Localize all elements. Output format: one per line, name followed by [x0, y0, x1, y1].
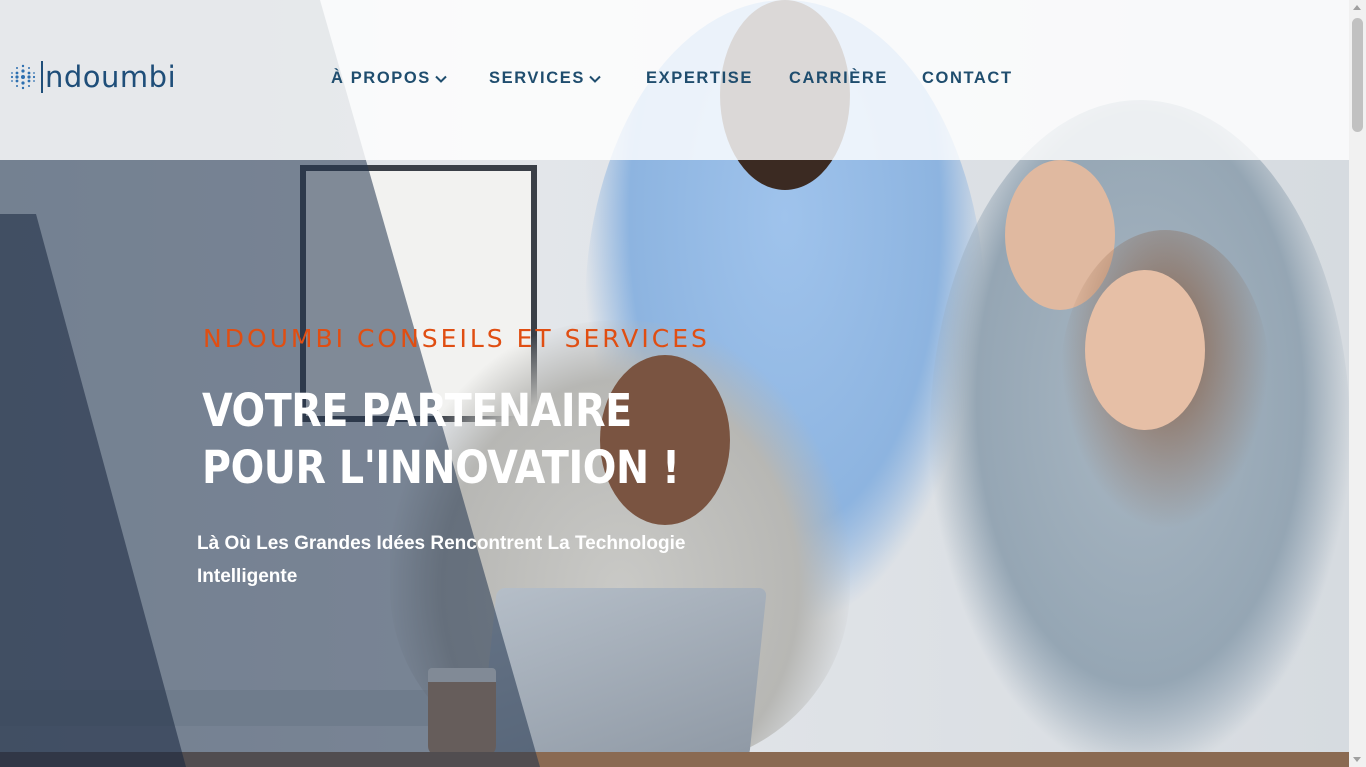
scroll-down-arrow-icon[interactable]: [1353, 757, 1361, 762]
hero-headline-line-2: POUR L'INNOVATION !: [202, 441, 680, 494]
hero-subline-line-2: Intelligente: [197, 566, 298, 587]
chevron-down-icon: [589, 75, 601, 83]
vertical-scrollbar[interactable]: [1349, 0, 1366, 767]
hero-headline: VOTRE PARTENAIRE POUR L'INNOVATION !: [202, 382, 730, 496]
nav-item-label: CARRIÈRE: [789, 69, 888, 87]
nav-item-label: EXPERTISE: [646, 69, 754, 87]
hero-headline-line-1: VOTRE PARTENAIRE: [202, 384, 632, 437]
nav-item-label: CONTACT: [922, 69, 1013, 87]
scrollbar-thumb[interactable]: [1352, 18, 1363, 132]
scroll-up-arrow-icon[interactable]: [1353, 5, 1361, 10]
dotted-sphere-icon: [10, 64, 36, 90]
site-header: ndoumbi À PROPOS SERVICES EXPERTISE CARR…: [0, 0, 1349, 160]
nav-item-label: SERVICES: [489, 69, 585, 87]
nav-item-a-propos[interactable]: À PROPOS: [331, 69, 448, 88]
logo-divider: [41, 61, 43, 93]
chevron-down-icon: [435, 75, 447, 83]
nav-item-label: À PROPOS: [331, 69, 431, 87]
face-glasses-woman: [1085, 270, 1205, 430]
brand-logo[interactable]: ndoumbi: [8, 60, 176, 94]
hero-subline: Là Où Les Grandes Idées Rencontrent La T…: [197, 527, 717, 593]
nav-item-expertise[interactable]: EXPERTISE: [646, 69, 753, 88]
nav-item-services[interactable]: SERVICES: [489, 69, 602, 88]
hero-subline-line-1: Là Où Les Grandes Idées Rencontrent La T…: [197, 533, 686, 554]
brand-name: ndoumbi: [45, 60, 177, 94]
nav-item-contact[interactable]: CONTACT: [922, 69, 1013, 88]
nav-item-carriere[interactable]: CARRIÈRE: [789, 69, 888, 88]
hero-kicker: NDOUMBI CONSEILS ET SERVICES: [203, 324, 710, 353]
